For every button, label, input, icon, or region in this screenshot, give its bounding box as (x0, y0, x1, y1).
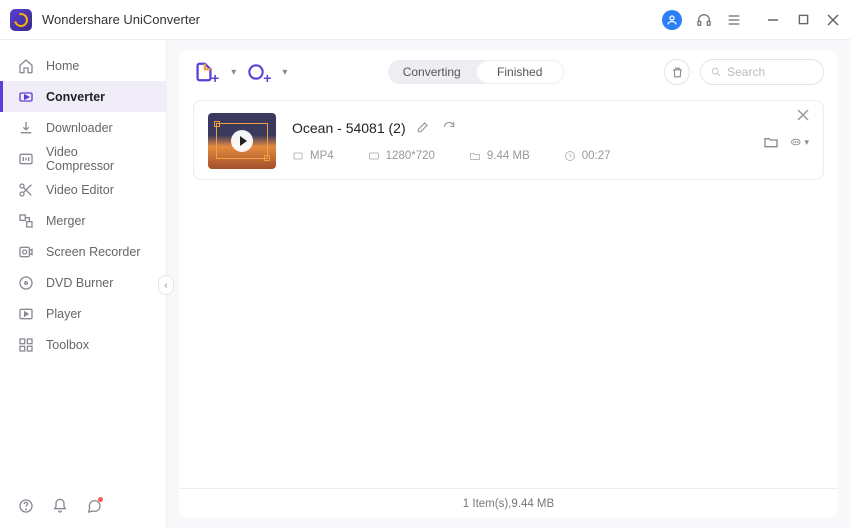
sidebar-item-label: Player (46, 307, 81, 321)
play-icon (18, 306, 34, 322)
grid-icon (18, 337, 34, 353)
collapse-sidebar-button[interactable]: ‹ (158, 275, 174, 295)
help-icon[interactable] (18, 498, 34, 514)
sidebar-item-home[interactable]: Home (0, 50, 166, 81)
converter-icon (18, 89, 34, 105)
close-button[interactable] (826, 13, 840, 27)
menu-icon[interactable] (726, 12, 742, 28)
download-icon (18, 120, 34, 136)
remove-file-button[interactable] (797, 109, 811, 123)
meta-size: 9.44 MB (469, 150, 530, 162)
account-icon[interactable] (662, 10, 682, 30)
sidebar-item-recorder[interactable]: Screen Recorder (0, 236, 166, 267)
sidebar-item-downloader[interactable]: Downloader (0, 112, 166, 143)
meta-duration: 00:27 (564, 150, 611, 162)
merge-icon (18, 213, 34, 229)
tab-converting[interactable]: Converting (388, 60, 476, 84)
titlebar: Wondershare UniConverter (0, 0, 850, 40)
status-bar: 1 Item(s),9.44 MB (179, 488, 838, 518)
open-folder-button[interactable] (763, 133, 781, 151)
toolbar: + ▾ + ▾ Converting Finished (179, 50, 838, 94)
sidebar-item-merger[interactable]: Merger (0, 205, 166, 236)
search-box[interactable] (700, 59, 824, 85)
more-options-button[interactable]: ▾ (791, 133, 809, 151)
add-file-button[interactable]: + ▾ (193, 61, 236, 83)
clock-icon (564, 150, 576, 162)
compress-icon (18, 151, 34, 167)
tab-finished[interactable]: Finished (477, 61, 563, 83)
feedback-icon[interactable] (86, 498, 102, 514)
folder-icon (469, 150, 481, 162)
record-icon (18, 244, 34, 260)
chevron-down-icon: ▾ (231, 67, 236, 78)
sidebar-item-editor[interactable]: Video Editor (0, 174, 166, 205)
sidebar-item-label: Screen Recorder (46, 245, 141, 259)
sidebar-item-label: DVD Burner (46, 276, 113, 290)
add-url-button[interactable]: + ▾ (246, 62, 287, 82)
sidebar-item-dvd[interactable]: DVD Burner (0, 267, 166, 298)
scissors-icon (18, 182, 34, 198)
disc-icon (18, 275, 34, 291)
sidebar-item-player[interactable]: Player (0, 298, 166, 329)
status-summary: 1 Item(s),9.44 MB (463, 498, 554, 510)
resolution-icon (368, 150, 380, 162)
sidebar-item-toolbox[interactable]: Toolbox (0, 329, 166, 360)
meta-resolution: 1280*720 (368, 150, 435, 162)
search-input[interactable] (727, 65, 813, 79)
chevron-down-icon: ▾ (282, 67, 287, 78)
app-logo (10, 9, 32, 31)
sidebar-item-compressor[interactable]: Video Compressor (0, 143, 166, 174)
format-icon (292, 150, 304, 162)
edit-icon[interactable] (416, 120, 432, 136)
home-icon (18, 58, 34, 74)
headset-icon[interactable] (696, 12, 712, 28)
sidebar-item-label: Converter (46, 90, 105, 104)
video-thumbnail[interactable] (208, 113, 276, 169)
file-title: Ocean - 54081 (2) (292, 120, 406, 136)
app-title: Wondershare UniConverter (42, 12, 200, 27)
content-area: + ▾ + ▾ Converting Finished (167, 40, 850, 528)
play-button[interactable] (231, 130, 253, 152)
maximize-button[interactable] (796, 13, 810, 27)
sidebar-item-label: Video Editor (46, 183, 114, 197)
sidebar-item-converter[interactable]: Converter (0, 81, 166, 112)
trash-button[interactable] (664, 59, 690, 85)
search-icon (711, 66, 721, 78)
sidebar-item-label: Home (46, 59, 79, 73)
file-card: Ocean - 54081 (2) MP4 1280*720 (193, 100, 824, 180)
sidebar-item-label: Downloader (46, 121, 113, 135)
refresh-icon[interactable] (442, 120, 458, 136)
sidebar: Home Converter Downloader Video Compress… (0, 40, 167, 528)
bell-icon[interactable] (52, 498, 68, 514)
sidebar-item-label: Merger (46, 214, 86, 228)
status-tabs: Converting Finished (388, 60, 564, 84)
meta-format: MP4 (292, 150, 334, 162)
sidebar-item-label: Toolbox (46, 338, 89, 352)
minimize-button[interactable] (766, 13, 780, 27)
sidebar-item-label: Video Compressor (46, 145, 148, 173)
